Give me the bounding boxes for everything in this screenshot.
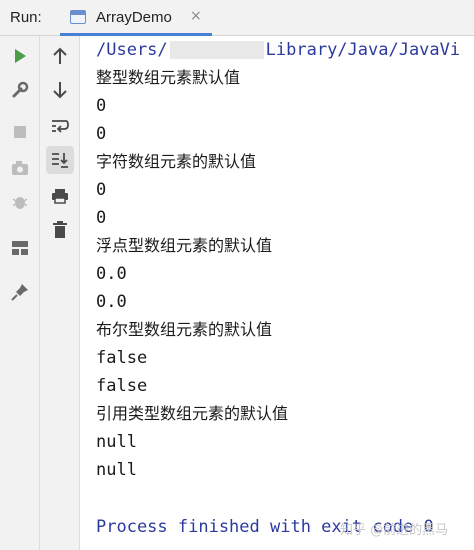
path-start: /Users/	[96, 40, 168, 60]
redacted-username	[169, 41, 264, 59]
tab-title: ArrayDemo	[96, 9, 172, 26]
output-line: 0	[96, 180, 107, 200]
output-line: false	[96, 376, 148, 396]
stop-icon[interactable]	[6, 118, 34, 146]
output-line: 整型数组元素默认值	[96, 68, 241, 87]
trash-icon[interactable]	[46, 216, 74, 244]
output-line: 0	[96, 208, 107, 228]
print-icon[interactable]	[46, 182, 74, 210]
output-line: 0	[96, 124, 107, 144]
output-line: false	[96, 348, 148, 368]
arrow-up-icon[interactable]	[46, 42, 74, 70]
bug-icon[interactable]	[6, 188, 34, 216]
output-line: 字符数组元素的默认值	[96, 152, 257, 171]
output-line: 布尔型数组元素的默认值	[96, 320, 273, 339]
output-line: 0.0	[96, 264, 127, 284]
output-line: 0	[96, 96, 107, 116]
path-end: Library/Java/JavaVi	[265, 40, 461, 60]
run-label: Run:	[10, 9, 42, 26]
output-line: null	[96, 460, 137, 480]
java-command-line: /Users/Library/Java/JavaVi	[96, 38, 460, 62]
scroll-to-end-icon[interactable]	[46, 146, 74, 174]
run-tool-window-header: Run: ArrayDemo ×	[0, 0, 474, 36]
output-line: null	[96, 432, 137, 452]
rerun-icon[interactable]	[6, 42, 34, 70]
wrench-icon[interactable]	[6, 76, 34, 104]
arrow-down-icon[interactable]	[46, 76, 74, 104]
left-toolbar	[0, 36, 40, 550]
console-output[interactable]: /Users/Library/Java/JavaVi 整型数组元素默认值 0 0…	[80, 36, 474, 550]
watermark: 知乎 @前进的黑马	[340, 523, 449, 538]
console-icon	[70, 10, 86, 24]
camera-icon[interactable]	[6, 154, 34, 182]
pin-icon[interactable]	[6, 278, 34, 306]
soft-wrap-icon[interactable]	[46, 112, 74, 140]
tab-arraydemo[interactable]: ArrayDemo ×	[60, 0, 212, 36]
console-toolbar	[40, 36, 80, 550]
layout-icon[interactable]	[6, 234, 34, 262]
output-line: 0.0	[96, 292, 127, 312]
close-icon[interactable]: ×	[190, 8, 202, 24]
output-line: 引用类型数组元素的默认值	[96, 404, 289, 423]
output-line: 浮点型数组元素的默认值	[96, 236, 273, 255]
